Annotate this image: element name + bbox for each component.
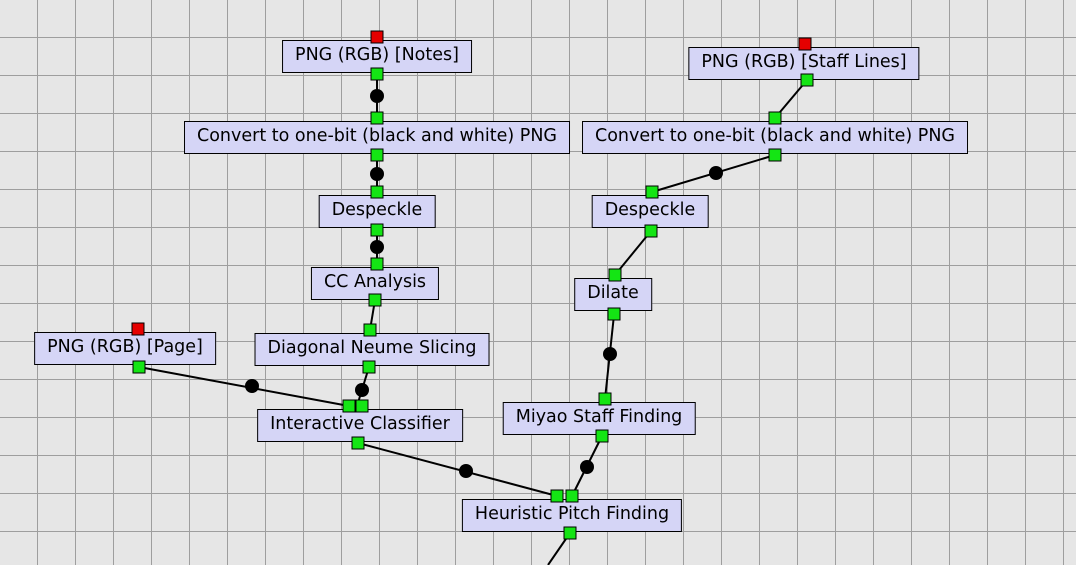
port-out-diag-slice[interactable] xyxy=(363,361,376,374)
edge-dot xyxy=(245,379,259,393)
node-label: Convert to one-bit (black and white) PNG xyxy=(197,126,557,146)
port-in-hpf-b[interactable] xyxy=(566,490,579,503)
node-label: CC Analysis xyxy=(324,272,426,292)
node-label: Heuristic Pitch Finding xyxy=(475,504,669,524)
port-in-cc-analysis[interactable] xyxy=(371,258,384,271)
port-in-png-staff[interactable] xyxy=(799,38,812,51)
port-out-png-notes[interactable] xyxy=(371,68,384,81)
node-dilate[interactable]: Dilate xyxy=(574,278,652,311)
port-out-png-page[interactable] xyxy=(133,361,146,374)
edge-dot xyxy=(370,240,384,254)
node-label: Convert to one-bit (black and white) PNG xyxy=(595,126,955,146)
node-label: PNG (RGB) [Notes] xyxy=(295,45,459,65)
port-in-conv1bit-left[interactable] xyxy=(371,112,384,125)
node-label: Miyao Staff Finding xyxy=(516,407,683,427)
node-editor-canvas[interactable]: PNG (RGB) [Notes] Convert to one-bit (bl… xyxy=(0,0,1076,565)
port-in-diag-slice[interactable] xyxy=(364,324,377,337)
port-out-despeckle-right[interactable] xyxy=(645,225,658,238)
edge-dot xyxy=(370,89,384,103)
port-out-iclassifier[interactable] xyxy=(352,437,365,450)
edge-dot xyxy=(603,347,617,361)
edge-layer xyxy=(0,0,1076,565)
port-in-png-page[interactable] xyxy=(132,323,145,336)
port-out-conv1bit-right[interactable] xyxy=(769,149,782,162)
node-label: Despeckle xyxy=(605,200,696,220)
port-in-despeckle-left[interactable] xyxy=(371,186,384,199)
port-out-conv1bit-left[interactable] xyxy=(371,149,384,162)
port-in-conv1bit-right[interactable] xyxy=(769,112,782,125)
node-png-page[interactable]: PNG (RGB) [Page] xyxy=(34,332,216,365)
edge-dot xyxy=(370,167,384,181)
edge-dot xyxy=(355,383,369,397)
node-label: Despeckle xyxy=(332,200,423,220)
node-label: PNG (RGB) [Page] xyxy=(47,337,203,357)
port-out-png-staff[interactable] xyxy=(801,74,814,87)
port-in-despeckle-right[interactable] xyxy=(646,186,659,199)
port-out-cc-analysis[interactable] xyxy=(369,294,382,307)
port-in-iclassifier-a[interactable] xyxy=(343,400,356,413)
port-in-iclassifier-b[interactable] xyxy=(356,400,369,413)
port-out-despeckle-left[interactable] xyxy=(371,224,384,237)
edge-dot xyxy=(580,460,594,474)
port-out-dilate[interactable] xyxy=(608,308,621,321)
port-in-png-notes[interactable] xyxy=(371,31,384,44)
node-label: Diagonal Neume Slicing xyxy=(268,338,477,358)
port-in-dilate[interactable] xyxy=(609,269,622,282)
port-out-hpf[interactable] xyxy=(564,527,577,540)
port-out-miyao[interactable] xyxy=(596,430,609,443)
node-label: Interactive Classifier xyxy=(270,414,450,434)
node-despeckle-right[interactable]: Despeckle xyxy=(592,195,709,228)
node-label: Dilate xyxy=(587,283,639,303)
edge-dot xyxy=(459,464,473,478)
node-label: PNG (RGB) [Staff Lines] xyxy=(701,52,906,72)
edge-dot xyxy=(709,166,723,180)
port-in-miyao[interactable] xyxy=(599,393,612,406)
port-in-hpf-a[interactable] xyxy=(551,490,564,503)
